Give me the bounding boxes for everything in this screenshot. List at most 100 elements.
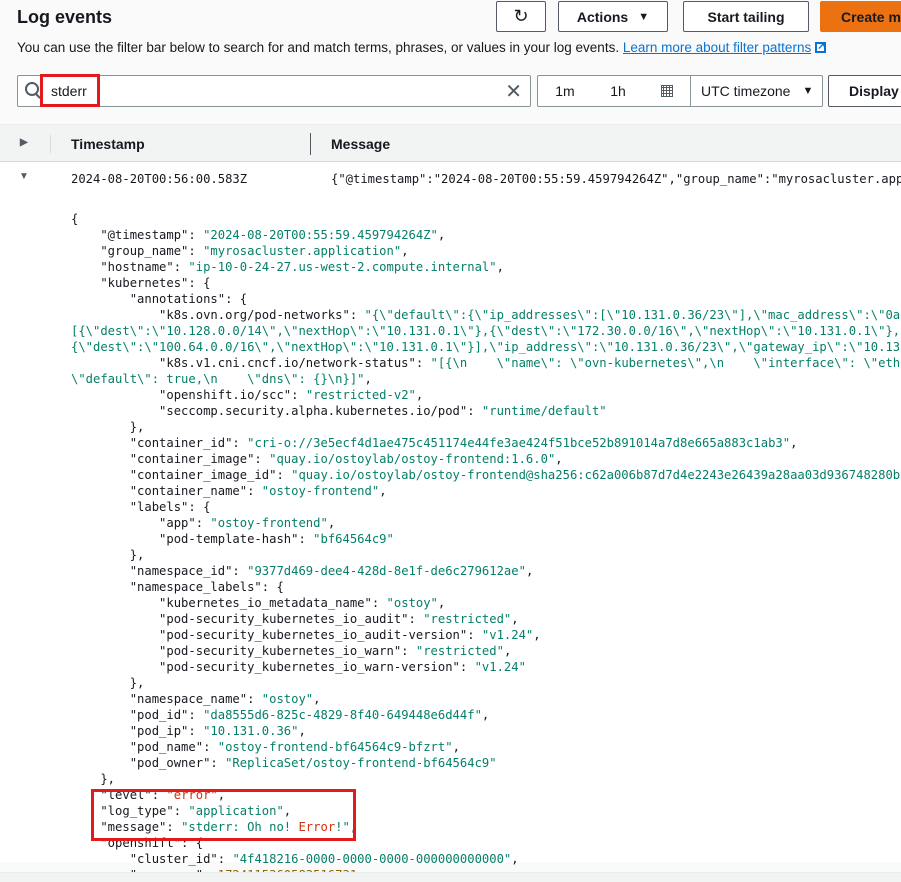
json-key: "namespace_name": [71, 692, 262, 706]
json-key: , [379, 484, 386, 498]
json-string-value: "v1.24" [482, 628, 533, 642]
json-line: "hostname": "ip-10-0-24-27.us-west-2.com… [71, 259, 901, 275]
learn-more-link[interactable]: Learn more about filter patterns [623, 40, 811, 55]
json-key: , [504, 644, 511, 658]
json-key: "group_name": [71, 244, 203, 258]
json-line: "pod-security_kubernetes_io_warn-version… [71, 659, 901, 675]
json-key: "cluster_id": [71, 852, 232, 866]
refresh-button[interactable]: ↻ [496, 1, 546, 32]
json-key: , [416, 388, 423, 402]
column-divider [50, 135, 51, 153]
json-string-value: "ostoy" [262, 692, 313, 706]
json-key: , [438, 228, 445, 242]
json-key: "k8s.ovn.org/pod-networks": [71, 308, 365, 322]
json-string-value: "[{\n \"name\": \"ovn-kubernetes\",\n \"… [431, 356, 901, 370]
json-line: "pod_id": "da8555d6-825c-4829-8f40-64944… [71, 707, 901, 723]
json-key: "pod_name": [71, 740, 218, 754]
json-line: }, [71, 675, 901, 691]
column-resize-handle[interactable] [310, 133, 311, 155]
expand-all-icon[interactable]: ▶ [20, 137, 28, 148]
json-line: "@timestamp": "2024-08-20T00:55:59.45979… [71, 227, 901, 243]
json-string-value: "myrosacluster.application" [203, 244, 401, 258]
json-string-value: "bf64564c9" [313, 532, 394, 546]
json-key: "k8s.v1.cni.cncf.io/network-status": [71, 356, 431, 370]
json-line: "pod-security_kubernetes_io_warn": "rest… [71, 643, 901, 659]
json-string-value: "v1.24" [475, 660, 526, 674]
json-key: "app": [71, 516, 210, 530]
table-header: ▶ Timestamp Message [0, 124, 901, 162]
json-line: "pod_ip": "10.131.0.36", [71, 723, 901, 739]
json-line: "labels": { [71, 499, 901, 515]
json-key: , [482, 708, 489, 722]
json-line: }, [71, 547, 901, 563]
json-key: "pod_ip": [71, 724, 203, 738]
json-key: "container_name": [71, 484, 262, 498]
timezone-select[interactable]: UTC timezone ▼ [691, 76, 822, 106]
start-tailing-label: Start tailing [707, 9, 784, 25]
json-key: }, [71, 676, 144, 690]
create-metric-filter-button[interactable]: Create m [820, 1, 901, 32]
json-line: "group_name": "myrosacluster.application… [71, 243, 901, 259]
json-key: "kubernetes": { [71, 276, 210, 290]
json-key: , [511, 852, 518, 866]
search-highlight-box [40, 74, 100, 107]
json-line: "pod_name": "ostoy-frontend-bf64564c9-bf… [71, 739, 901, 755]
json-key: "container_image": [71, 452, 269, 466]
caret-down-icon: ▼ [802, 85, 813, 97]
json-key: "annotations": { [71, 292, 247, 306]
json-line: {\"dest\":\"100.64.0.0/16\",\"nextHop\":… [71, 339, 901, 355]
json-key: , [438, 596, 445, 610]
json-line: "pod-template-hash": "bf64564c9" [71, 531, 901, 547]
json-key: , [497, 260, 504, 274]
json-string-value: "{\"default\":{\"ip_addresses\":[\"10.13… [365, 308, 901, 322]
json-string-value: "2024-08-20T00:55:59.459794264Z" [203, 228, 438, 242]
json-line: "openshift.io/scc": "restricted-v2", [71, 387, 901, 403]
json-key: , [453, 740, 460, 754]
actions-button[interactable]: Actions ▼ [558, 1, 668, 32]
json-key: "pod-security_kubernetes_io_audit-versio… [71, 628, 482, 642]
json-line: "kubernetes_io_metadata_name": "ostoy", [71, 595, 901, 611]
json-highlight-box [91, 789, 356, 841]
json-key: , [401, 244, 408, 258]
json-string-value: "restricted" [416, 644, 504, 658]
json-line: "pod-security_kubernetes_io_audit-versio… [71, 627, 901, 643]
refresh-icon: ↻ [513, 6, 528, 27]
json-string-value: "ostoy-frontend" [210, 516, 327, 530]
calendar-icon [661, 85, 673, 97]
json-key: "pod-security_kubernetes_io_warn-version… [71, 660, 475, 674]
json-string-value: "ostoy" [387, 596, 438, 610]
collapse-row-icon[interactable]: ▼ [19, 171, 29, 182]
json-string-value: "restricted-v2" [306, 388, 416, 402]
caret-down-icon: ▼ [638, 11, 649, 23]
actions-label: Actions [577, 9, 628, 25]
expanded-json-view: { "@timestamp": "2024-08-20T00:55:59.459… [71, 211, 901, 881]
json-line: "cluster_id": "4f418216-0000-0000-0000-0… [71, 851, 901, 867]
json-line: { [71, 211, 901, 227]
json-string-value: "ostoy-frontend" [262, 484, 379, 498]
custom-range-button[interactable] [644, 76, 691, 106]
json-line: "namespace_name": "ostoy", [71, 691, 901, 707]
json-string-value: "ReplicaSet/ostoy-frontend-bf64564c9" [225, 756, 497, 770]
json-key: "pod-template-hash": [71, 532, 313, 546]
json-string-value: "quay.io/ostoylab/ostoy-frontend:1.6.0" [269, 452, 555, 466]
json-key: "pod-security_kubernetes_io_audit": [71, 612, 423, 626]
display-button[interactable]: Display [828, 75, 901, 107]
json-string-value: [{\"dest\":\"10.128.0.0/14\",\"nextHop\"… [71, 324, 900, 338]
timezone-label: UTC timezone [701, 83, 790, 99]
json-line: [{\"dest\":\"10.128.0.0/14\",\"nextHop\"… [71, 323, 901, 339]
json-key: "namespace_labels": { [71, 580, 284, 594]
json-line: "app": "ostoy-frontend", [71, 515, 901, 531]
time-1h-option[interactable]: 1h [592, 76, 644, 106]
time-1m-option[interactable]: 1m [538, 76, 592, 106]
page-description: You can use the filter bar below to sear… [17, 40, 826, 56]
json-key: }, [71, 548, 144, 562]
start-tailing-button[interactable]: Start tailing [683, 1, 809, 32]
description-text: You can use the filter bar below to sear… [17, 40, 619, 55]
json-line: "annotations": { [71, 291, 901, 307]
json-string-value: "restricted" [423, 612, 511, 626]
column-header-timestamp[interactable]: Timestamp [71, 136, 145, 152]
json-key: , [511, 612, 518, 626]
json-key: , [365, 372, 372, 386]
clear-icon[interactable]: ✕ [505, 79, 522, 104]
column-header-message[interactable]: Message [331, 136, 390, 152]
